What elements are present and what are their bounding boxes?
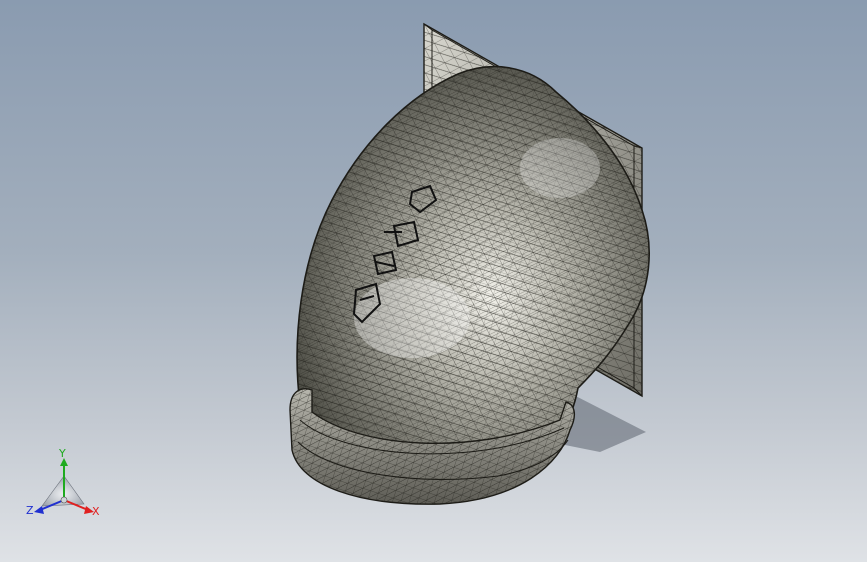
y-axis-label: Y [59, 447, 66, 460]
z-axis-label: Z [26, 504, 34, 517]
x-axis-label: X [92, 505, 100, 518]
z-arrow-icon [34, 506, 44, 514]
axis-triad: Y X Z [24, 448, 108, 524]
graphics-viewport[interactable]: Y X Z [0, 0, 867, 562]
3d-model-elbow[interactable] [0, 0, 867, 562]
